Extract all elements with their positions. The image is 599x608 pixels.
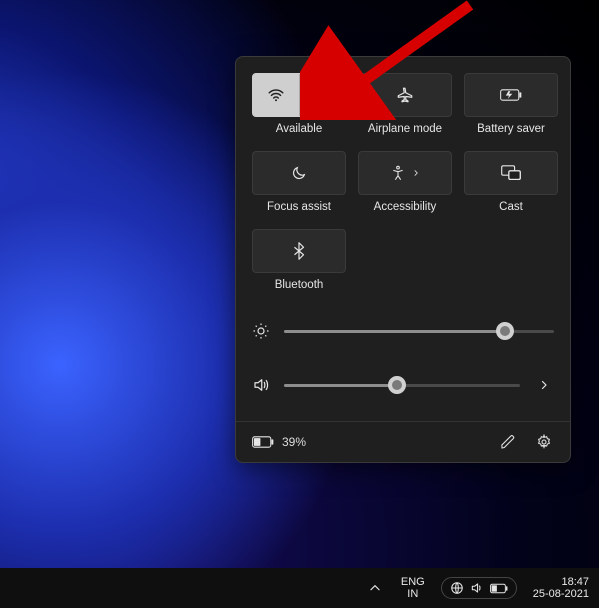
focus-assist-toggle[interactable] (252, 151, 346, 195)
wifi-icon-half[interactable] (253, 74, 300, 116)
volume-icon (252, 376, 270, 394)
battery-icon (490, 583, 508, 594)
tile-focus-assist: Focus assist (252, 151, 346, 221)
battery-saver-label: Battery saver (477, 123, 545, 135)
cast-toggle[interactable] (464, 151, 558, 195)
volume-expand-button[interactable] (534, 375, 554, 395)
bluetooth-icon (292, 242, 306, 260)
airplane-icon (396, 86, 414, 104)
gear-icon (536, 434, 552, 450)
volume-icon (470, 581, 484, 595)
airplane-toggle[interactable] (358, 73, 452, 117)
battery-saver-toggle[interactable] (464, 73, 558, 117)
chevron-up-icon (368, 581, 382, 595)
cast-icon (501, 165, 521, 181)
clock-time: 18:47 (533, 576, 589, 588)
accessibility-toggle[interactable] (358, 151, 452, 195)
pencil-icon (500, 434, 516, 450)
brightness-icon (252, 322, 270, 340)
brightness-row (252, 313, 554, 349)
clock-date: 25-08-2021 (533, 588, 589, 600)
chevron-right-icon (316, 89, 328, 101)
brightness-slider[interactable] (284, 323, 554, 339)
bluetooth-toggle[interactable] (252, 229, 346, 273)
chevron-right-icon (538, 379, 550, 391)
sliders-section (252, 313, 554, 403)
wifi-expand-button[interactable] (300, 74, 346, 116)
wifi-icon (267, 86, 285, 104)
quick-settings-footer: 39% (236, 421, 570, 462)
network-icon (450, 581, 464, 595)
wifi-label: Available (276, 123, 322, 135)
edit-button[interactable] (498, 432, 518, 452)
accessibility-icon (390, 165, 406, 181)
lang-line1: ENG (401, 576, 425, 588)
accessibility-label: Accessibility (374, 201, 437, 213)
cast-label: Cast (499, 201, 523, 213)
tile-airplane: Airplane mode (358, 73, 452, 143)
clock[interactable]: 18:47 25-08-2021 (533, 576, 589, 600)
quick-settings-tiles: Available Airplane mode Battery saver (252, 73, 554, 299)
chevron-right-icon (412, 169, 420, 177)
system-tray[interactable] (441, 577, 517, 599)
battery-saver-icon (500, 88, 522, 102)
volume-row (252, 367, 554, 403)
taskbar: ENG IN 18:47 25-08-2021 (0, 568, 599, 608)
settings-button[interactable] (534, 432, 554, 452)
airplane-label: Airplane mode (368, 123, 442, 135)
language-indicator[interactable]: ENG IN (401, 576, 425, 600)
volume-slider[interactable] (284, 377, 520, 393)
tile-battery-saver: Battery saver (464, 73, 558, 143)
tile-wifi: Available (252, 73, 346, 143)
battery-status[interactable]: 39% (252, 435, 306, 449)
quick-settings-panel: Available Airplane mode Battery saver (235, 56, 571, 463)
tile-accessibility: Accessibility (358, 151, 452, 221)
focus-assist-label: Focus assist (267, 201, 331, 213)
battery-icon (252, 436, 274, 448)
battery-percent-text: 39% (282, 435, 306, 449)
moon-icon (291, 165, 307, 181)
wifi-toggle[interactable] (252, 73, 346, 117)
footer-actions (498, 432, 554, 452)
lang-line2: IN (401, 588, 425, 600)
tile-bluetooth: Bluetooth (252, 229, 346, 299)
tray-overflow-button[interactable] (365, 578, 385, 598)
tile-cast: Cast (464, 151, 558, 221)
bluetooth-label: Bluetooth (275, 279, 324, 291)
